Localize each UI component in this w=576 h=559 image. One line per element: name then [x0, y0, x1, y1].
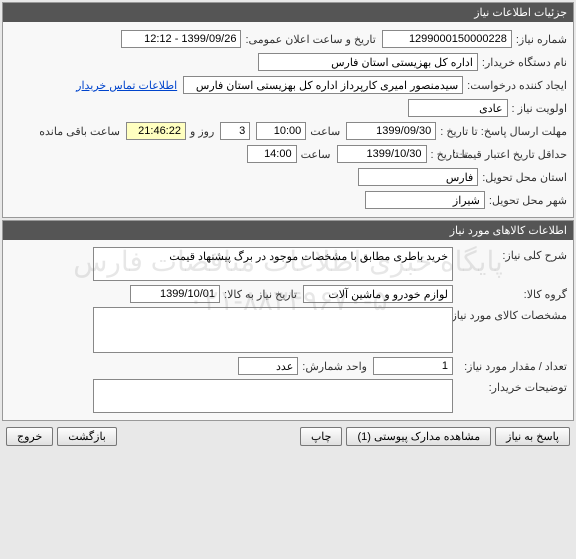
- deadline-time-label: ساعت: [310, 125, 340, 138]
- need-number-label: شماره نیاز:: [516, 33, 567, 46]
- min-validity-label: حداقل تاریخ اعتبار قیمت:: [472, 148, 567, 161]
- city-label: شهر محل تحویل:: [489, 194, 567, 207]
- buyer-org-field: اداره کل بهزیستی استان فارس: [258, 53, 478, 71]
- panel-items: اطلاعات کالاهای مورد نیاز شرح کلی نیاز: …: [2, 220, 574, 421]
- announce-label: تاریخ و ساعت اعلان عمومی:: [245, 33, 375, 46]
- need-date-label: تاریخ نیاز به کالا:: [224, 288, 297, 301]
- panel-need-details: جزئیات اطلاعات نیاز شماره نیاز: 12990001…: [2, 2, 574, 218]
- province-label: استان محل تحویل:: [482, 171, 567, 184]
- panel-items-title: اطلاعات کالاهای مورد نیاز: [3, 221, 573, 240]
- min-validity-sub: تا تاریخ :: [431, 148, 468, 161]
- province-field: فارس: [358, 168, 478, 186]
- buyer-org-label: نام دستگاه خریدار:: [482, 56, 567, 69]
- reply-button[interactable]: پاسخ به نیاز: [495, 427, 570, 446]
- attachments-button[interactable]: مشاهده مدارک پیوستی (1): [346, 427, 491, 446]
- button-bar: پاسخ به نیاز مشاهده مدارک پیوستی (1) چاپ…: [0, 423, 576, 450]
- desc-field: خرید باطری مطابق با مشخصات موجود در برگ …: [93, 247, 453, 281]
- buyer-notes-field: [93, 379, 453, 413]
- deadline-time-field: 10:00: [256, 122, 306, 140]
- city-field: شیراز: [365, 191, 485, 209]
- min-validity-date-field: 1399/10/30: [337, 145, 427, 163]
- desc-label: شرح کلی نیاز:: [457, 247, 567, 262]
- spec-label: مشخصات کالای مورد نیاز:: [457, 307, 567, 322]
- priority-field: عادی: [408, 99, 508, 117]
- print-button[interactable]: چاپ: [300, 427, 343, 446]
- creator-field: سیدمنصور امیری کارپرداز اداره کل بهزیستی…: [183, 76, 463, 94]
- unit-field: عدد: [238, 357, 298, 375]
- back-button[interactable]: بازگشت: [57, 427, 117, 446]
- spec-field: [93, 307, 453, 353]
- buyer-notes-label: توضیحات خریدار:: [457, 379, 567, 394]
- creator-label: ایجاد کننده درخواست:: [467, 79, 567, 92]
- need-number-field: 1299000150000228: [382, 30, 512, 48]
- announce-field: 1399/09/26 - 12:12: [121, 30, 241, 48]
- deadline-date-field: 1399/09/30: [346, 122, 436, 140]
- qty-field: 1: [373, 357, 453, 375]
- need-date-field: 1399/10/01: [130, 285, 220, 303]
- group-label: گروه کالا:: [457, 288, 567, 301]
- countdown-field: 21:46:22: [126, 122, 186, 140]
- remaining-label: ساعت باقی مانده: [39, 125, 120, 138]
- group-field: لوازم خودرو و ماشین آلات: [303, 285, 453, 303]
- priority-label: اولویت نیاز :: [512, 102, 567, 115]
- qty-label: تعداد / مقدار مورد نیاز:: [457, 360, 567, 373]
- min-validity-time-label: ساعت: [301, 148, 331, 161]
- days-label: روز و: [190, 125, 214, 138]
- buyer-contact-link[interactable]: اطلاعات تماس خریدار: [76, 79, 177, 92]
- days-count-field: 3: [220, 122, 250, 140]
- min-validity-time-field: 14:00: [247, 145, 297, 163]
- panel-need-details-title: جزئیات اطلاعات نیاز: [3, 3, 573, 22]
- deadline-label: مهلت ارسال پاسخ: تا تاریخ :: [440, 125, 567, 138]
- unit-label: واحد شمارش:: [302, 360, 367, 373]
- exit-button[interactable]: خروج: [6, 427, 53, 446]
